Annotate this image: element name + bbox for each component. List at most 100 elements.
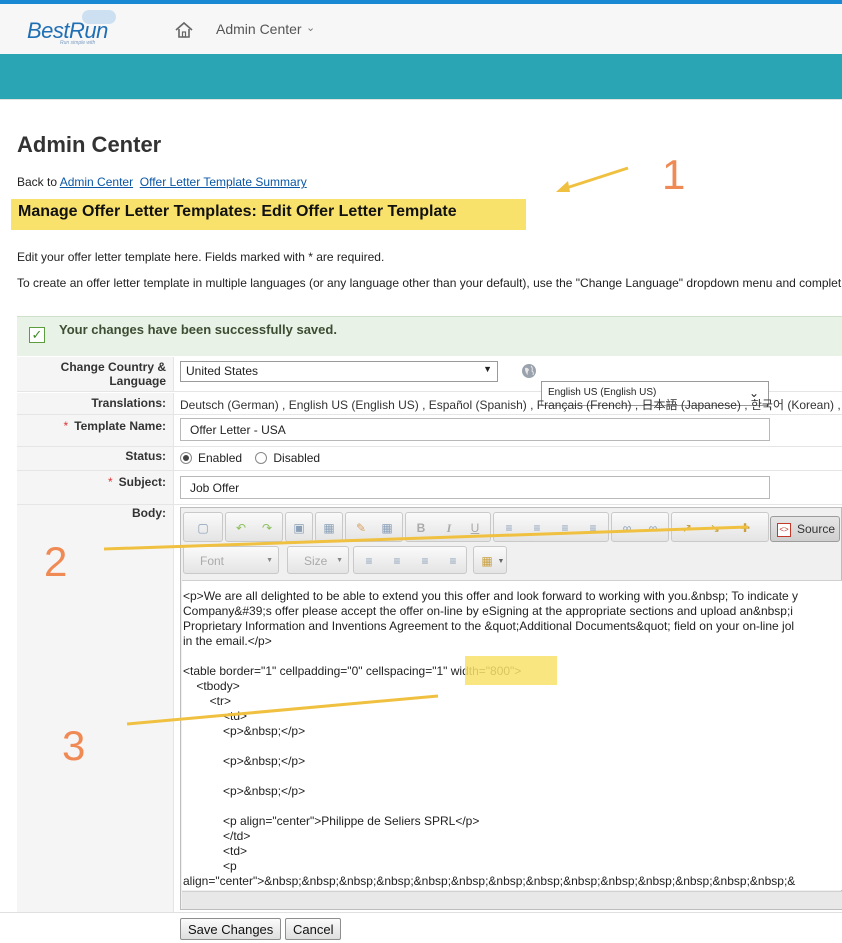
toolbar-group: ∞ ∞ (611, 512, 669, 542)
enabled-label: Enabled (198, 451, 243, 465)
bold-icon[interactable]: B (414, 521, 428, 535)
paste-word-icon[interactable]: ▦ (380, 521, 394, 535)
color-grid-icon[interactable]: ▦ (480, 554, 494, 568)
country-select[interactable]: United States ▼ (180, 361, 498, 382)
dropdown-arrow-icon: ▼ (483, 364, 492, 374)
country-language-label: Change Country & Language (17, 360, 174, 388)
back-prefix: Back to (17, 175, 58, 189)
admin-center-link[interactable]: Admin Center (60, 175, 133, 189)
bulleted-list-icon[interactable]: ≡ (530, 521, 544, 535)
unlink-icon[interactable]: ∞ (646, 521, 660, 535)
image-icon[interactable]: ▣ (292, 521, 306, 535)
subject-label: * Subject: (107, 475, 166, 489)
add-token-icon[interactable]: ✚ (738, 521, 752, 535)
status-radios: Enabled Disabled (180, 451, 320, 465)
toolbar-group: ▦ ▼ (473, 546, 507, 574)
success-banner: ✓ Your changes have been successfully sa… (17, 316, 842, 356)
underline-icon[interactable]: U (468, 521, 482, 535)
paste-text-icon[interactable]: ✎ (354, 521, 368, 535)
template-name-label: * Template Name: (63, 419, 166, 433)
font-combo[interactable]: Font ▼ (183, 546, 279, 574)
subject-input[interactable]: Job Offer (180, 476, 770, 499)
success-message: Your changes have been successfully save… (59, 322, 337, 337)
save-changes-button[interactable]: Save Changes (180, 918, 282, 940)
size-combo[interactable]: Size ▼ (287, 546, 349, 574)
toolbar-group: ↶ ↷ (225, 512, 283, 542)
dropdown-arrow-icon[interactable]: ▼ (494, 555, 508, 569)
rich-text-editor: ▢ ↶ ↷ ▣ ▦ ✎ ▦ B I U ≡ ≡ ≡ ≡ ∞ ∞ ↗ ↘ ✚ <>… (180, 507, 842, 910)
body-label: Body: (132, 506, 166, 520)
source-code-lines: <p>We are all delighted to be able to ex… (183, 589, 799, 888)
label-cell (17, 505, 174, 912)
annotation-number-1: 1 (662, 151, 686, 198)
editor-toolbar-top: ▢ ↶ ↷ ▣ ▦ ✎ ▦ B I U ≡ ≡ ≡ ≡ ∞ ∞ ↗ ↘ ✚ <>… (183, 512, 842, 542)
italic-icon[interactable]: I (442, 521, 456, 535)
toolbar-group: ▣ (285, 512, 313, 542)
status-row: Status: Enabled Disabled (17, 447, 842, 471)
link-icon[interactable]: ∞ (620, 521, 634, 535)
cancel-button[interactable]: Cancel (285, 918, 342, 940)
template-name-input[interactable]: Offer Letter - USA (180, 418, 770, 441)
redo-icon[interactable]: ↷ (260, 521, 274, 535)
insert-field-icon[interactable]: ↗ (680, 521, 694, 535)
home-icon[interactable] (174, 20, 194, 40)
preview-icon[interactable]: ▢ (196, 521, 210, 535)
offer-letter-summary-link[interactable]: Offer Letter Template Summary (140, 175, 307, 189)
toolbar-group: ▦ (315, 512, 343, 542)
page-title: Admin Center (17, 132, 162, 157)
nav-admin-center-menu[interactable]: Admin Center (216, 21, 302, 37)
chevron-down-icon[interactable]: ⌄ (306, 21, 315, 34)
toolbar-group: ≡ ≡ ≡ ≡ (353, 546, 467, 574)
header-banner (0, 54, 842, 99)
align-justify-icon[interactable]: ≡ (446, 554, 460, 568)
intro-language-text: To create an offer letter template in mu… (17, 276, 842, 290)
align-left-icon[interactable]: ≡ (362, 554, 376, 568)
font-placeholder: Font (200, 554, 225, 568)
editor-toolbar-bottom: Font ▼ Size ▼ ≡ ≡ ≡ ≡ ▦ ▼ (183, 546, 842, 574)
indent-icon[interactable]: ≡ (586, 521, 600, 535)
toolbar-group: B I U (405, 512, 491, 542)
translations-row: Translations: Deutsch (German) , English… (17, 393, 842, 415)
action-buttons: Save Changes Cancel (0, 912, 842, 943)
size-placeholder: Size (304, 554, 328, 568)
status-enabled-radio[interactable] (180, 452, 192, 464)
toolbar-group: ▢ (183, 512, 223, 542)
table-icon[interactable]: ▦ (322, 521, 336, 535)
outdent-icon[interactable]: ≡ (558, 521, 572, 535)
annotation-number-2: 2 (44, 538, 68, 585)
toolbar-group: ✎ ▦ (345, 512, 403, 542)
section-heading: Manage Offer Letter Templates: Edit Offe… (11, 199, 526, 230)
align-right-icon[interactable]: ≡ (418, 554, 432, 568)
country-value: United States (186, 364, 259, 378)
breadcrumb: Back to Admin Center Offer Letter Templa… (17, 175, 307, 189)
label-text: Subject: (118, 475, 166, 489)
numbered-list-icon[interactable]: ≡ (502, 521, 516, 535)
status-label: Status: (125, 449, 166, 463)
dropdown-arrow-icon: ▼ (336, 557, 343, 564)
source-text-area[interactable]: <p>We are all delighted to be able to ex… (182, 580, 842, 890)
annotation-arrow-1 (559, 166, 629, 192)
status-disabled-radio[interactable] (255, 452, 268, 464)
label-line: Change Country & (60, 360, 166, 374)
divider (0, 99, 842, 100)
country-language-row: Change Country & Language United States … (17, 357, 842, 406)
dropdown-arrow-icon: ▼ (266, 557, 273, 564)
translations-label: Translations: (91, 396, 166, 410)
source-label: Source (797, 522, 836, 536)
width-highlight (465, 656, 557, 685)
editor-status-bar (182, 891, 842, 909)
label-text: Template Name: (74, 419, 166, 433)
translations-list[interactable]: Deutsch (German) , English US (English U… (180, 396, 841, 413)
checkbox-checked-icon: ✓ (29, 327, 45, 343)
align-center-icon[interactable]: ≡ (390, 554, 404, 568)
app-header: BestRun Run simple with Admin Center ⌄ (0, 4, 842, 54)
arrowhead-1 (556, 181, 570, 192)
intro-text: Edit your offer letter template here. Fi… (17, 250, 385, 264)
insert-token-icon[interactable]: ↘ (708, 521, 722, 535)
toolbar-group: ↗ ↘ ✚ (671, 512, 769, 542)
subject-row: * Subject: Job Offer (17, 471, 842, 505)
logo-tagline: Run simple with (60, 40, 96, 46)
source-button[interactable]: <> Source (770, 516, 840, 542)
undo-icon[interactable]: ↶ (234, 521, 248, 535)
annotation-number-3: 3 (62, 722, 86, 769)
